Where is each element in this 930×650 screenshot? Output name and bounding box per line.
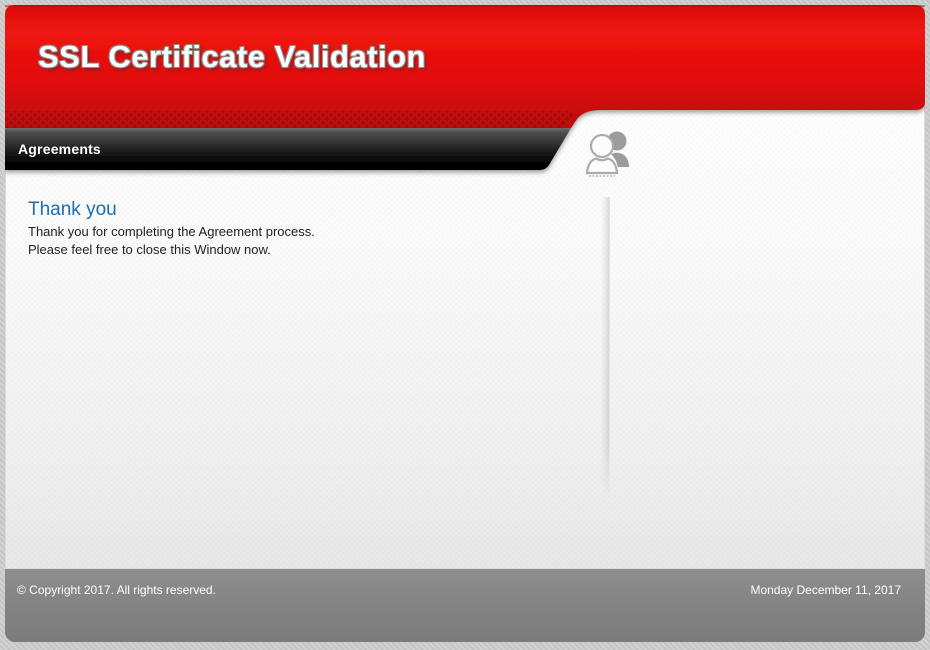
thank-you-heading: Thank you: [28, 198, 315, 221]
thank-you-line1: Thank you for completing the Agreement p…: [28, 224, 315, 239]
page-frame: SSL Certificate Validation Agreements Th…: [5, 5, 925, 642]
tab-agreements[interactable]: Agreements: [5, 128, 545, 170]
footer-copyright: © Copyright 2017. All rights reserved.: [17, 583, 216, 597]
footer-date: Monday December 11, 2017: [750, 583, 901, 597]
content-area: Thank you Thank you for completing the A…: [5, 105, 925, 568]
thank-you-message: Thank you Thank you for completing the A…: [28, 198, 315, 257]
ssl-validation-window: { "header": { "title": "SSL Certificate …: [0, 0, 930, 650]
thank-you-line2: Please feel free to close this Window no…: [28, 242, 315, 257]
tab-agreements-label: Agreements: [18, 141, 101, 157]
users-icon: [583, 128, 637, 178]
content-divider: [601, 197, 610, 497]
page-title: SSL Certificate Validation: [38, 41, 426, 72]
footer-bar: © Copyright 2017. All rights reserved. M…: [5, 568, 925, 642]
